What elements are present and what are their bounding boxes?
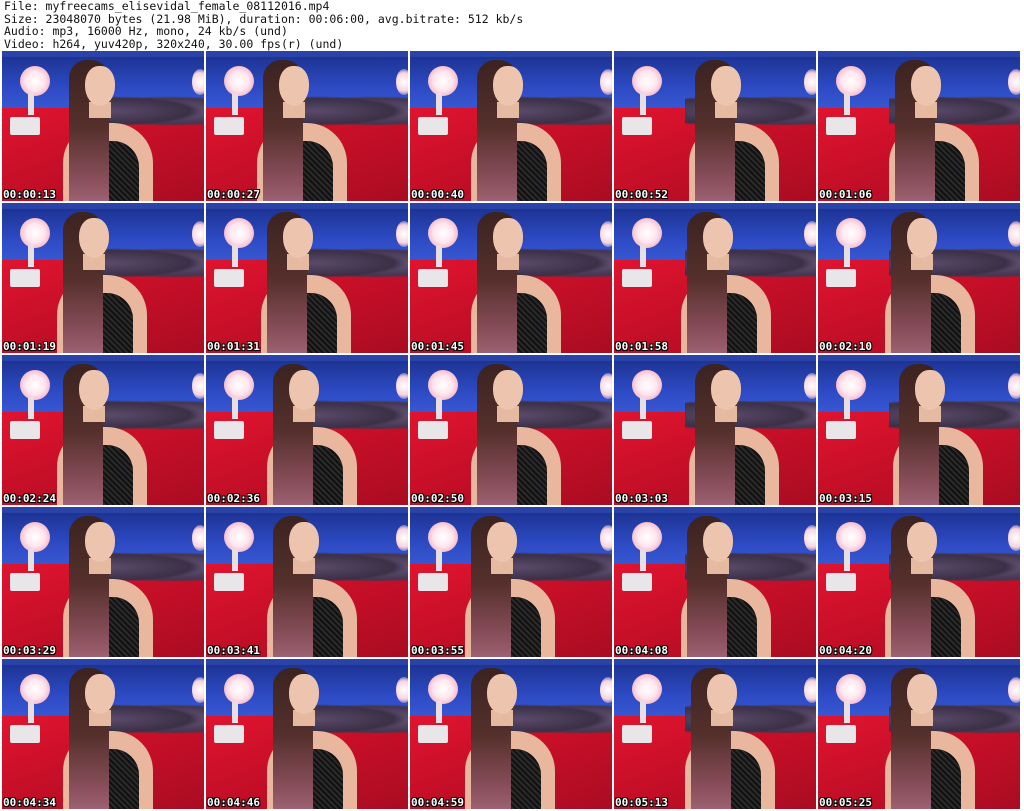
video-thumbnail: 00:01:31: [206, 203, 408, 353]
video-thumbnail: 00:02:24: [2, 355, 204, 505]
timestamp-label: 00:04:20: [819, 644, 872, 657]
timestamp-label: 00:03:03: [615, 492, 668, 505]
video-thumbnail: 00:03:03: [614, 355, 816, 505]
timestamp-label: 00:01:45: [411, 340, 464, 353]
file-info-header: File: myfreecams_elisevidal_female_08112…: [4, 0, 523, 50]
timestamp-label: 00:03:55: [411, 644, 464, 657]
timestamp-label: 00:03:15: [819, 492, 872, 505]
timestamp-label: 00:03:41: [207, 644, 260, 657]
timestamp-label: 00:01:58: [615, 340, 668, 353]
timestamp-label: 00:02:10: [819, 340, 872, 353]
video-thumbnail: 00:04:08: [614, 507, 816, 657]
video-thumbnail: 00:03:15: [818, 355, 1020, 505]
timestamp-label: 00:00:52: [615, 188, 668, 201]
timestamp-label: 00:04:59: [411, 796, 464, 809]
video-thumbnail: 00:01:58: [614, 203, 816, 353]
video-thumbnail: 00:02:50: [410, 355, 612, 505]
video-thumbnail: 00:04:59: [410, 659, 612, 809]
timestamp-label: 00:05:25: [819, 796, 872, 809]
video-thumbnail: 00:04:20: [818, 507, 1020, 657]
video-thumbnail: 00:01:45: [410, 203, 612, 353]
timestamp-label: 00:01:06: [819, 188, 872, 201]
video-thumbnail: 00:02:36: [206, 355, 408, 505]
video-thumbnail: 00:01:19: [2, 203, 204, 353]
video-thumbnail: 00:00:52: [614, 51, 816, 201]
timestamp-label: 00:00:27: [207, 188, 260, 201]
timestamp-label: 00:00:13: [3, 188, 56, 201]
video-thumbnail: 00:02:10: [818, 203, 1020, 353]
audio-info: Audio: mp3, 16000 Hz, mono, 24 kb/s (und…: [4, 24, 288, 38]
timestamp-label: 00:04:08: [615, 644, 668, 657]
timestamp-label: 00:02:50: [411, 492, 464, 505]
video-thumbnail: 00:03:55: [410, 507, 612, 657]
timestamp-label: 00:02:24: [3, 492, 56, 505]
timestamp-label: 00:01:19: [3, 340, 56, 353]
video-thumbnail: 00:00:27: [206, 51, 408, 201]
timestamp-label: 00:02:36: [207, 492, 260, 505]
video-thumbnail: 00:04:34: [2, 659, 204, 809]
video-thumbnail: 00:03:29: [2, 507, 204, 657]
video-thumbnail: 00:05:25: [818, 659, 1020, 809]
video-thumbnail: 00:03:41: [206, 507, 408, 657]
video-thumbnail: 00:04:46: [206, 659, 408, 809]
file-name: File: myfreecams_elisevidal_female_08112…: [4, 0, 330, 13]
video-thumbnail: 00:01:06: [818, 51, 1020, 201]
timestamp-label: 00:05:13: [615, 796, 668, 809]
timestamp-label: 00:01:31: [207, 340, 260, 353]
video-thumbnail: 00:00:13: [2, 51, 204, 201]
timestamp-label: 00:04:34: [3, 796, 56, 809]
video-thumbnail: 00:00:40: [410, 51, 612, 201]
video-info: Video: h264, yuv420p, 320x240, 30.00 fps…: [4, 36, 344, 51]
timestamp-label: 00:00:40: [411, 188, 464, 201]
video-thumbnail: 00:05:13: [614, 659, 816, 809]
timestamp-label: 00:03:29: [3, 644, 56, 657]
thumbnail-grid: 00:00:13 00:00:27 00:00:40 00:00:52 00:01:06…: [2, 51, 1022, 810]
timestamp-label: 00:04:46: [207, 796, 260, 809]
